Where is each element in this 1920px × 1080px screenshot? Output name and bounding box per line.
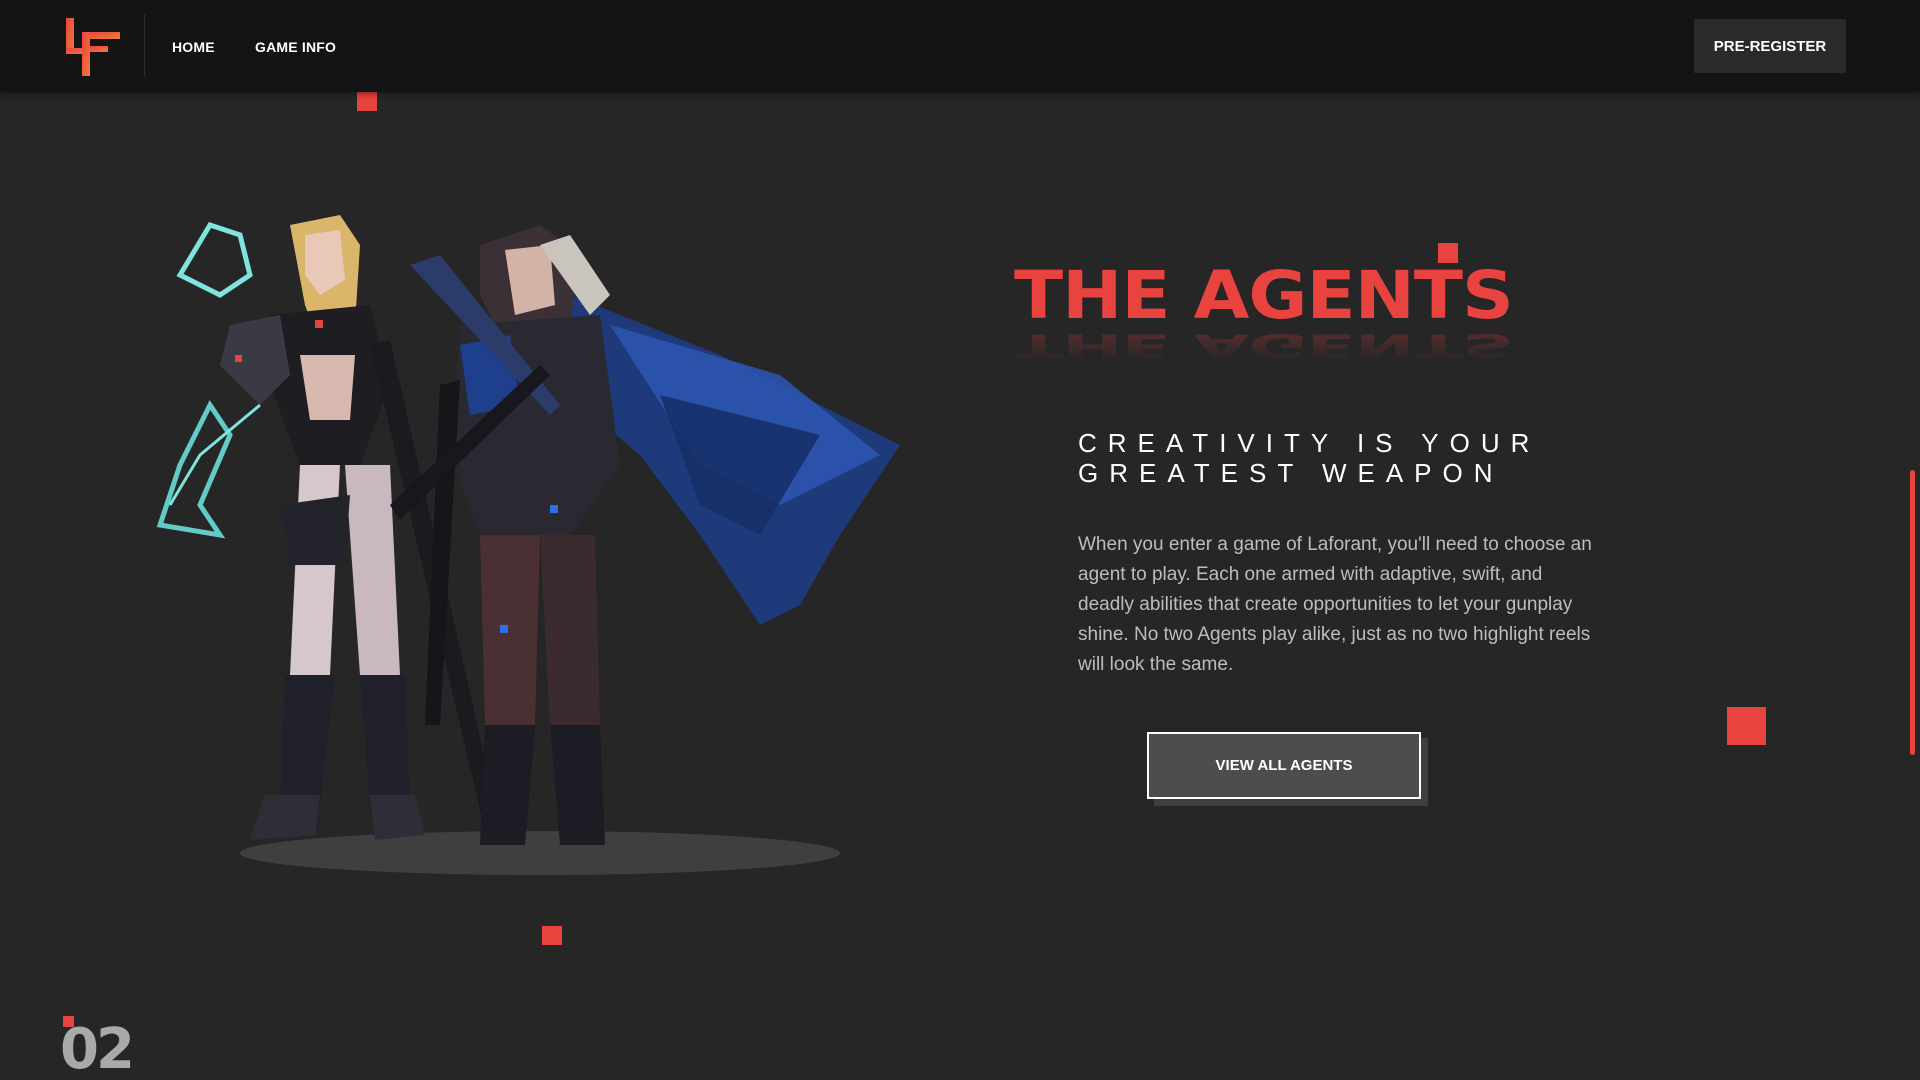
subtitle-line: GREATEST WEAPON xyxy=(1078,458,1504,488)
section-description: When you enter a game of Laforant, you'l… xyxy=(1078,534,1592,675)
section-subtitle: CREATIVITY IS YOUR GREATEST WEAPON xyxy=(1078,428,1598,488)
subtitle-line: CREATIVITY IS YOUR xyxy=(1078,428,1541,458)
top-navbar: HOME GAME INFO PRE-REGISTER xyxy=(0,0,1920,92)
decor-square xyxy=(357,92,377,111)
agents-illustration xyxy=(156,215,900,875)
decor-square xyxy=(1727,707,1766,745)
nav-home-link[interactable]: HOME xyxy=(172,39,215,55)
pre-register-button[interactable]: PRE-REGISTER xyxy=(1694,19,1846,73)
nav-divider xyxy=(144,14,145,76)
section-number: 02 xyxy=(60,1017,135,1080)
view-all-agents-button[interactable]: VIEW ALL AGENTS xyxy=(1147,732,1421,799)
lf-logo-icon[interactable] xyxy=(64,18,124,76)
scrollbar-thumb[interactable] xyxy=(1910,470,1915,755)
nav-game-info-link[interactable]: GAME INFO xyxy=(255,39,336,55)
decor-square xyxy=(542,926,562,945)
section-title-reflection: THE AGENTS xyxy=(1014,326,1513,365)
section-title-wrap: THE AGENTS THE AGENTS xyxy=(1014,262,1574,382)
page: HOME GAME INFO PRE-REGISTER THE AGENTS T… xyxy=(0,0,1920,1080)
section-title: THE AGENTS xyxy=(1014,256,1514,334)
